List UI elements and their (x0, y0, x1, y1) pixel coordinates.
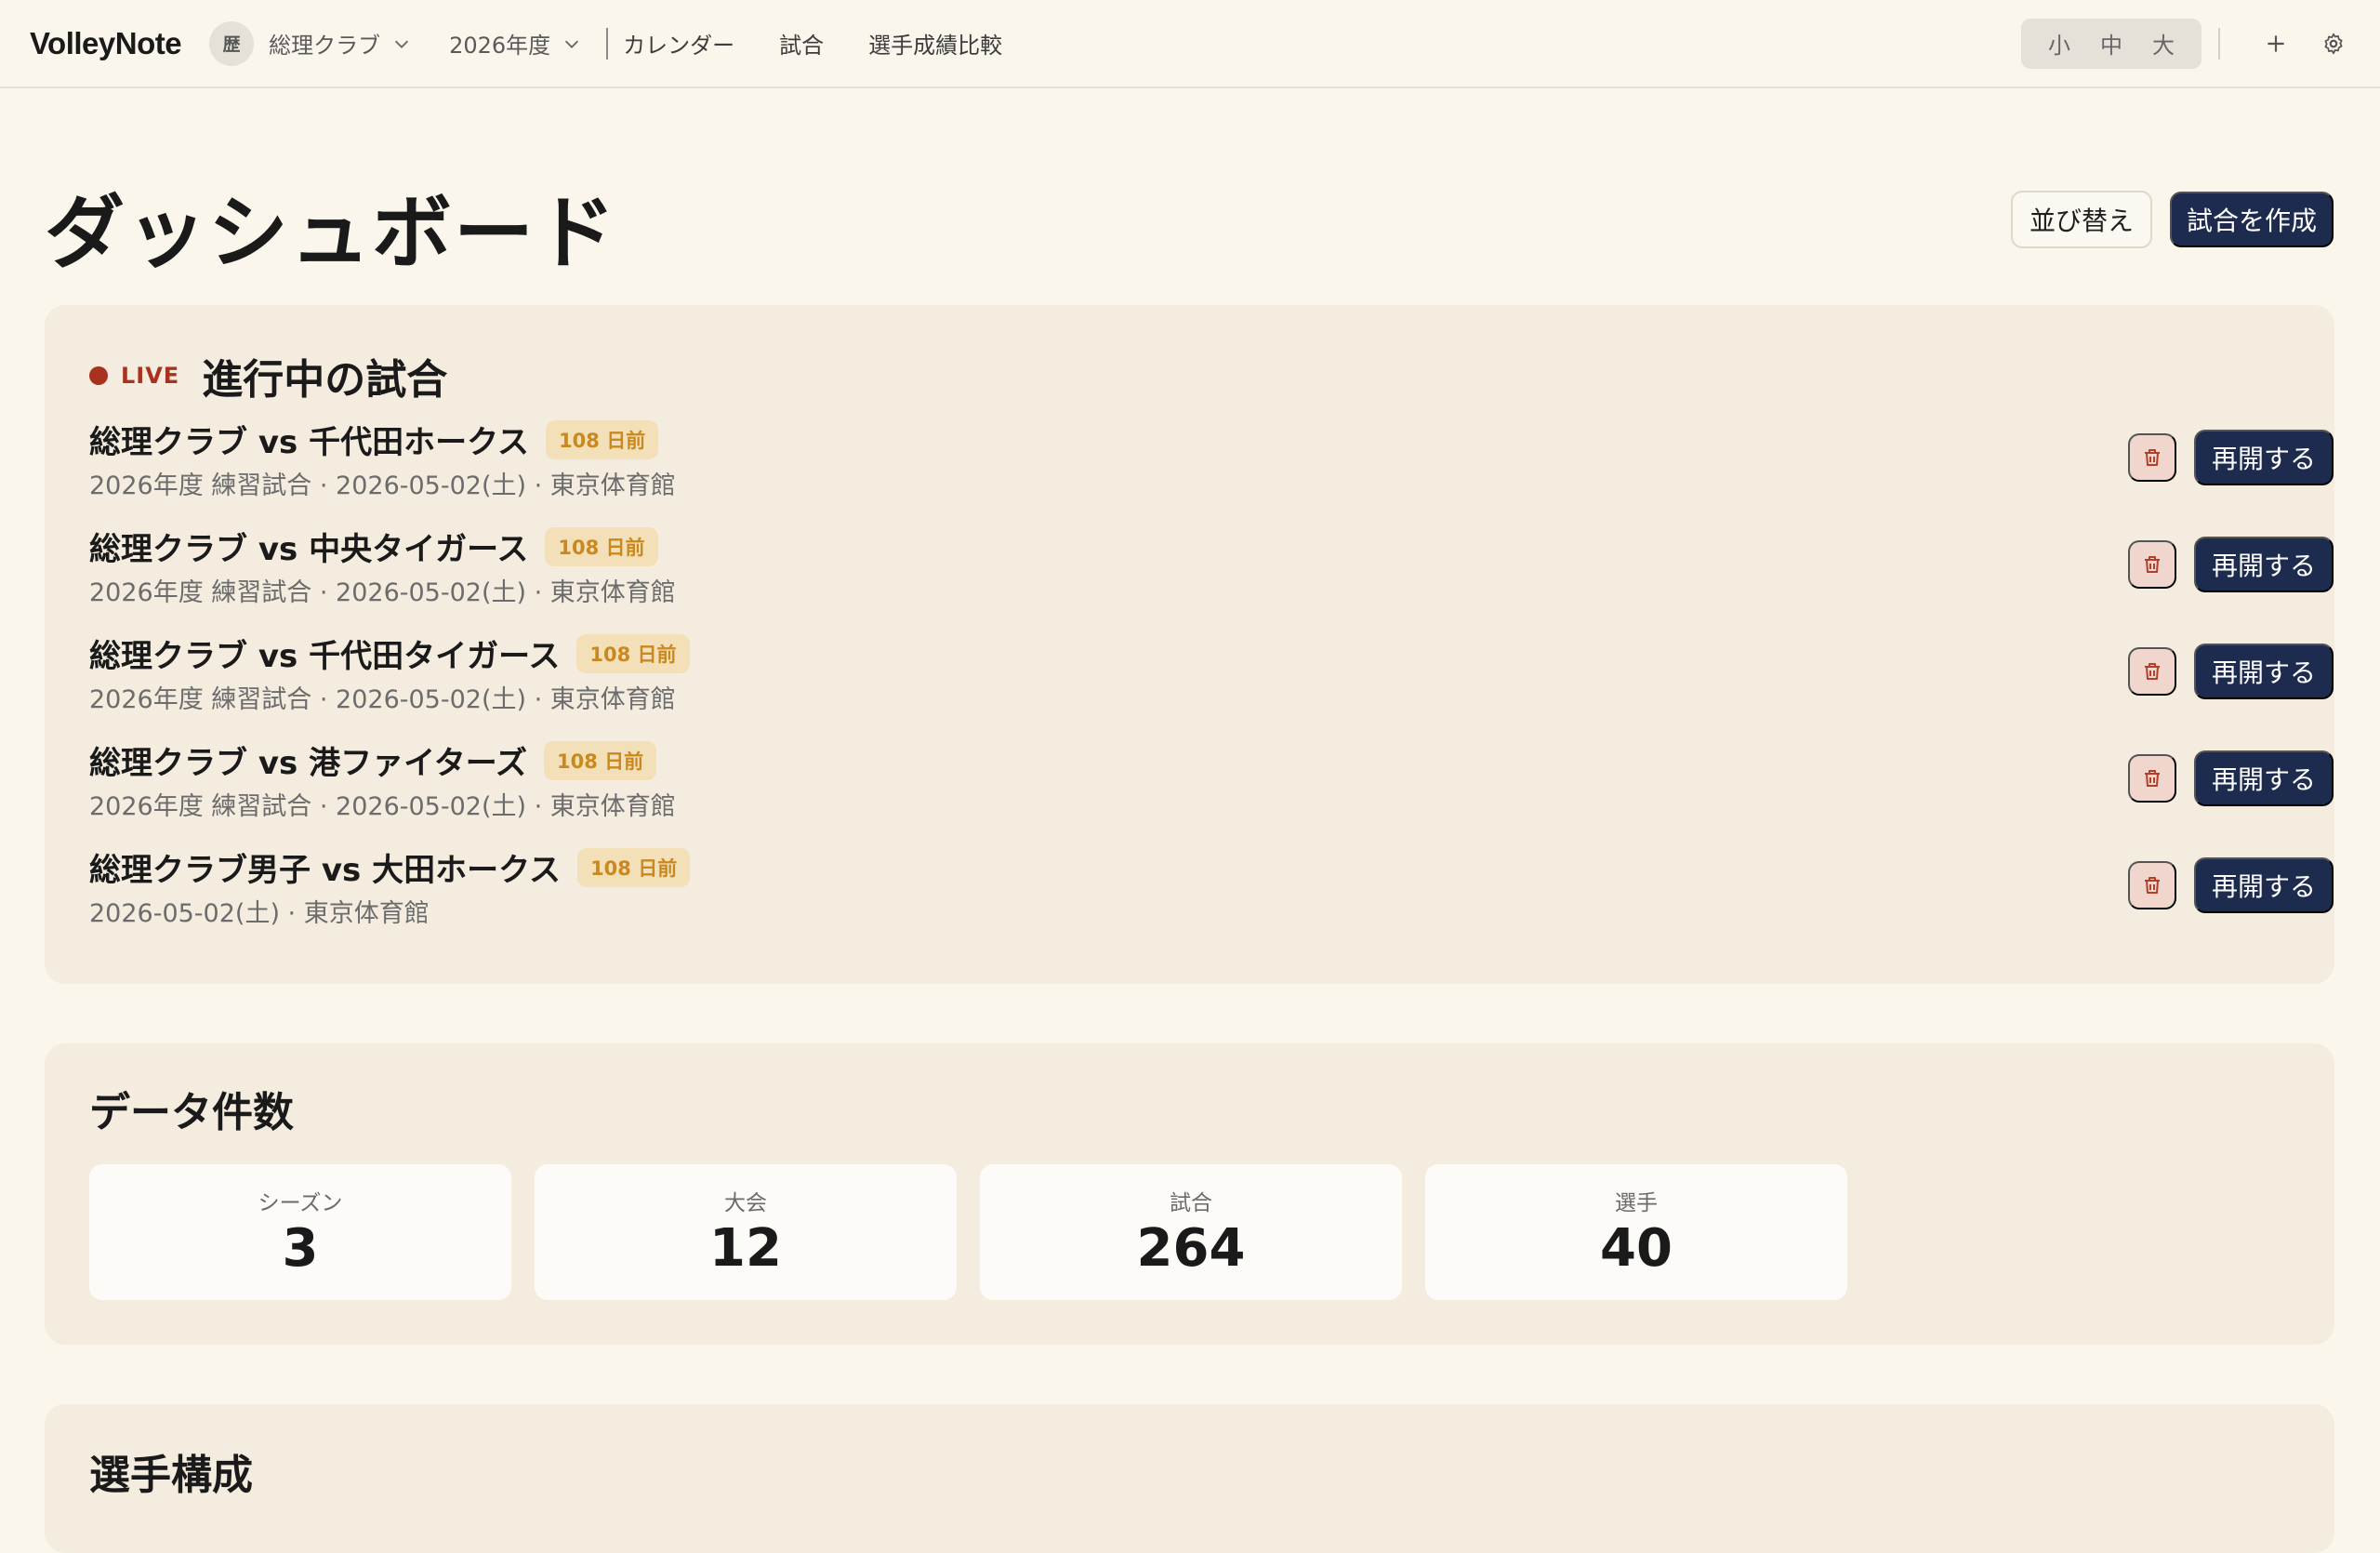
sort-button[interactable]: 並び替え (2011, 191, 2152, 248)
top-navigation-bar: VolleyNote 歴 総理クラブ 2026年度 カレンダー 試合 選手成績比… (0, 0, 2380, 88)
match-name[interactable]: 総理クラブ vs 千代田タイガース (89, 630, 560, 676)
season-selector-label: 2026年度 (449, 33, 551, 59)
match-meta: 2026年度 練習試合 · 2026-05-02(土) · 東京体育館 (89, 578, 676, 607)
toolbar-divider (2218, 27, 2220, 60)
live-match-row[interactable]: 総理クラブ vs 港ファイターズ 108 日前 2026年度 練習試合 · 2026… (89, 734, 2334, 821)
match-meta: 2026年度 練習試合 · 2026-05-02(土) · 東京体育館 (89, 792, 676, 821)
stat-label: 試合 (1170, 1191, 1212, 1215)
match-meta: 2026-05-02(土) · 東京体育館 (89, 899, 430, 928)
stat-value: 3 (282, 1218, 319, 1279)
stat-card-players: 選手 40 (1425, 1164, 1847, 1300)
stat-label: 選手 (1615, 1191, 1658, 1215)
live-panel-header: LIVE 進行中の試合 (89, 346, 447, 405)
nav-matches[interactable]: 試合 (779, 27, 824, 60)
resume-match-button[interactable]: 再開する (2194, 750, 2334, 806)
match-name[interactable]: 総理クラブ男子 vs 大田ホークス (89, 844, 561, 890)
delete-match-button[interactable] (2128, 861, 2176, 909)
days-ago-badge: 108 日前 (577, 847, 691, 887)
live-match-row[interactable]: 総理クラブ vs 中央タイガース 108 日前 2026年度 練習試合 · 2026… (89, 520, 2334, 607)
resume-match-button[interactable]: 再開する (2194, 430, 2334, 485)
text-size-large[interactable]: 大 (2138, 27, 2188, 60)
match-title-line: 総理クラブ vs 中央タイガース 108 日前 (89, 524, 658, 569)
add-button[interactable] (2259, 27, 2293, 60)
days-ago-badge: 108 日前 (545, 526, 658, 566)
live-indicator-dot (89, 366, 108, 385)
chevron-down-icon (565, 40, 579, 48)
live-matches-panel: LIVE 進行中の試合 総理クラブ vs 千代田ホークス 108 日前 2026年度… (45, 305, 2334, 984)
live-match-row[interactable]: 総理クラブ vs 千代田タイガース 108 日前 2026年度 練習試合 · 202… (89, 627, 2334, 714)
days-ago-badge: 108 日前 (576, 633, 690, 673)
settings-button[interactable] (2317, 27, 2350, 60)
live-match-row[interactable]: 総理クラブ男子 vs 大田ホークス 108 日前 2026-05-02(土) · 東… (89, 841, 2334, 928)
team-selector-label: 総理クラブ (269, 33, 381, 59)
resume-match-button[interactable]: 再開する (2194, 537, 2334, 592)
resume-match-button[interactable]: 再開する (2194, 644, 2334, 699)
data-count-panel: データ件数 シーズン 3 大会 12 試合 264 選手 40 (45, 1043, 2334, 1345)
match-name[interactable]: 総理クラブ vs 港ファイターズ (89, 737, 527, 783)
page-title: ダッシュボード (45, 187, 617, 280)
trash-icon (2145, 877, 2160, 894)
match-title-line: 総理クラブ vs 千代田ホークス 108 日前 (89, 417, 659, 462)
nav-calendar[interactable]: カレンダー (623, 27, 734, 60)
stat-card-tournaments: 大会 12 (535, 1164, 957, 1300)
resume-match-button[interactable]: 再開する (2194, 857, 2334, 913)
nav-divider (606, 27, 609, 60)
trash-icon (2145, 449, 2160, 466)
create-match-button[interactable]: 試合を作成 (2170, 192, 2334, 247)
nav-player-comparison[interactable]: 選手成績比較 (868, 27, 1002, 60)
stat-label: 大会 (724, 1191, 767, 1215)
roster-panel: 選手構成 (45, 1404, 2334, 1553)
match-meta: 2026年度 練習試合 · 2026-05-02(土) · 東京体育館 (89, 471, 676, 500)
stat-value: 12 (709, 1218, 782, 1279)
days-ago-badge: 108 日前 (544, 740, 657, 780)
stat-value: 40 (1600, 1218, 1673, 1279)
team-selector[interactable]: 総理クラブ (269, 27, 412, 60)
gear-icon (2324, 33, 2343, 54)
delete-match-button[interactable] (2128, 647, 2176, 696)
match-name[interactable]: 総理クラブ vs 中央タイガース (89, 524, 528, 569)
stat-card-matches: 試合 264 (980, 1164, 1402, 1300)
roster-panel-title: 選手構成 (89, 1452, 253, 1499)
live-match-row[interactable]: 総理クラブ vs 千代田ホークス 108 日前 2026年度 練習試合 · 2026… (89, 413, 2334, 500)
delete-match-button[interactable] (2128, 754, 2176, 803)
team-avatar[interactable]: 歴 (209, 20, 255, 66)
match-title-line: 総理クラブ男子 vs 大田ホークス 108 日前 (89, 844, 691, 890)
trash-icon (2145, 770, 2160, 787)
text-size-switcher: 小 中 大 (2021, 18, 2202, 69)
live-panel-title: 進行中の試合 (202, 356, 448, 404)
stat-value: 264 (1136, 1218, 1246, 1279)
stat-card-seasons: シーズン 3 (89, 1164, 511, 1300)
match-title-line: 総理クラブ vs 千代田タイガース 108 日前 (89, 630, 690, 676)
text-size-small[interactable]: 小 (2034, 27, 2084, 60)
stat-label: シーズン (258, 1191, 343, 1215)
trash-icon (2145, 663, 2160, 680)
text-size-medium[interactable]: 中 (2086, 27, 2136, 60)
match-meta: 2026年度 練習試合 · 2026-05-02(土) · 東京体育館 (89, 685, 676, 714)
delete-match-button[interactable] (2128, 433, 2176, 482)
match-title-line: 総理クラブ vs 港ファイターズ 108 日前 (89, 737, 657, 783)
trash-icon (2145, 556, 2160, 573)
data-count-title: データ件数 (89, 1089, 294, 1136)
live-tag: LIVE (121, 363, 180, 389)
match-name[interactable]: 総理クラブ vs 千代田ホークス (89, 417, 529, 462)
season-selector[interactable]: 2026年度 (449, 27, 582, 60)
app-logo[interactable]: VolleyNote (30, 26, 182, 61)
delete-match-button[interactable] (2128, 540, 2176, 589)
chevron-down-icon (395, 40, 409, 48)
days-ago-badge: 108 日前 (546, 419, 659, 459)
plus-icon (2268, 34, 2284, 52)
